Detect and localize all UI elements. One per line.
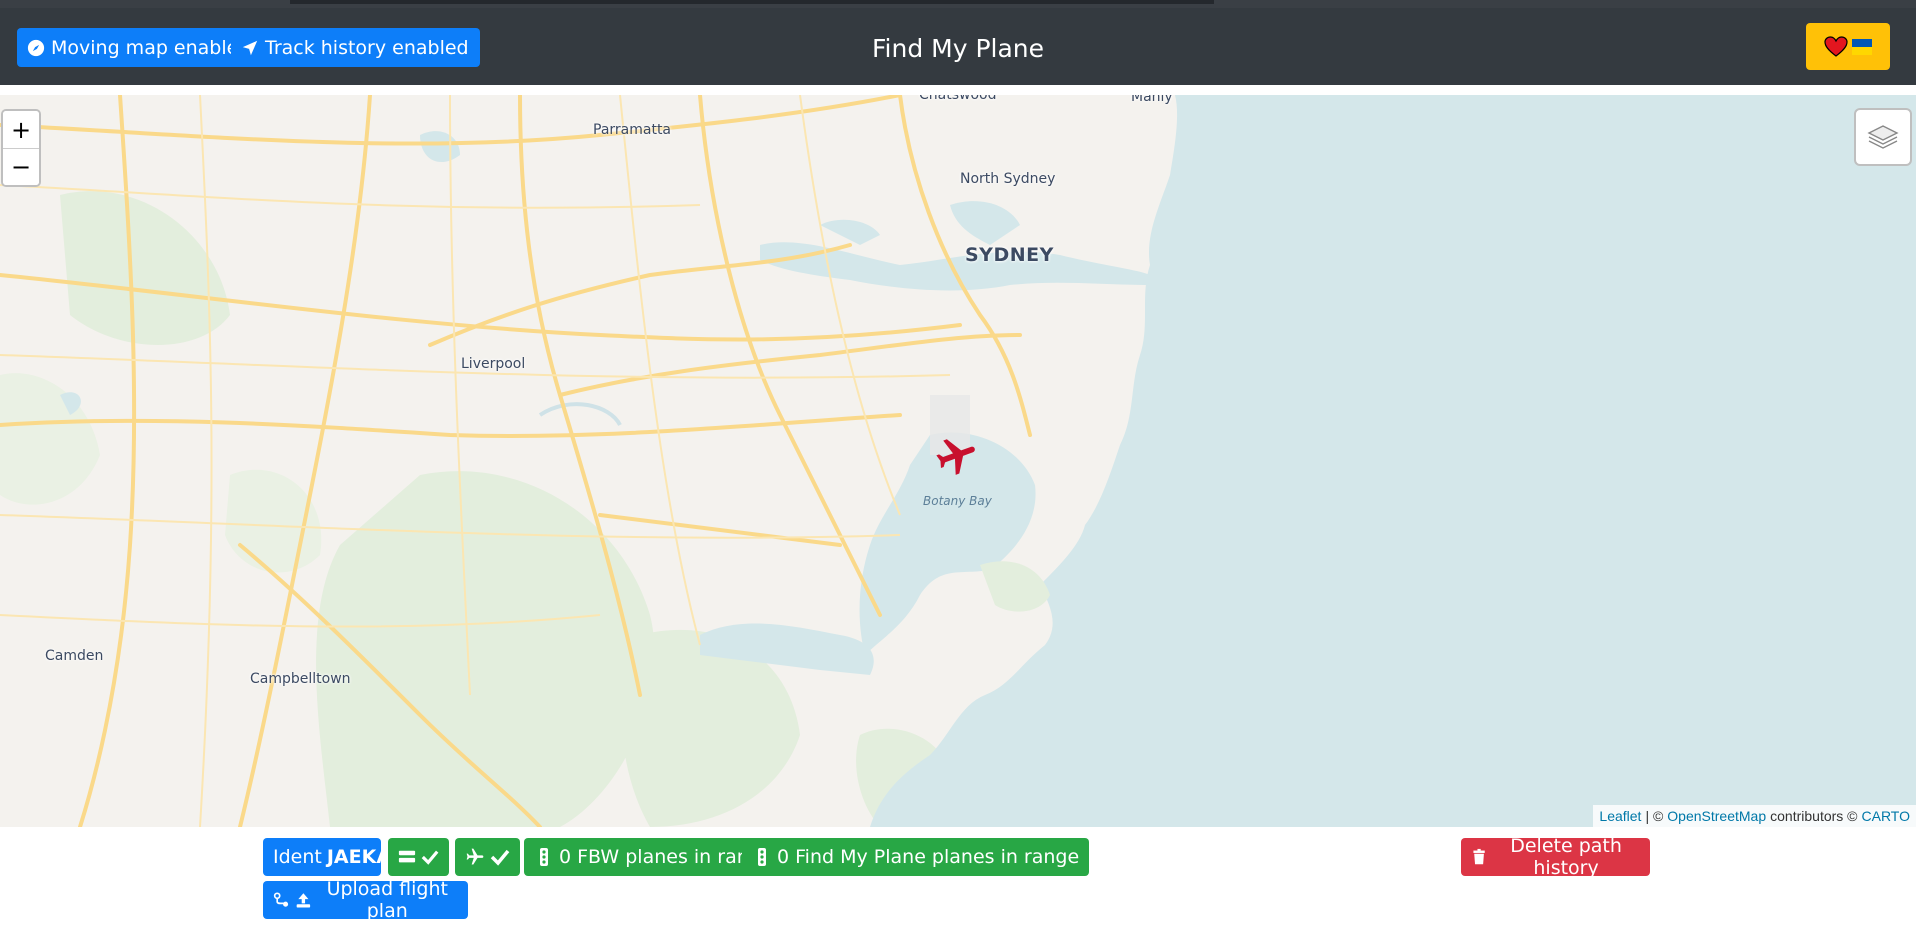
fbw-planes-label: 0 FBW planes in range bbox=[559, 846, 773, 868]
map-label-parramatta: Parramatta bbox=[593, 122, 672, 138]
zoom-out-button[interactable]: − bbox=[3, 148, 39, 185]
map-label-north-sydney: North Sydney bbox=[960, 171, 1056, 187]
leaflet-link[interactable]: Leaflet bbox=[1599, 808, 1641, 824]
check-icon bbox=[490, 849, 510, 866]
track-history-label: Track history enabled bbox=[265, 36, 469, 59]
map-label-liverpool: Liverpool bbox=[461, 356, 526, 372]
ukraine-flag-icon bbox=[1852, 38, 1872, 55]
route-icon bbox=[273, 892, 289, 907]
donate-button[interactable] bbox=[1806, 23, 1890, 70]
map-label-manly: Manly bbox=[1131, 95, 1173, 105]
map-label-botany-bay: Botany Bay bbox=[923, 494, 992, 508]
map-label-camden: Camden bbox=[45, 648, 104, 664]
compass-icon bbox=[27, 39, 45, 56]
moving-map-label: Moving map enabled bbox=[51, 36, 251, 59]
track-history-button[interactable]: Track history enabled bbox=[231, 28, 480, 67]
traffic-light-icon bbox=[758, 848, 766, 866]
browser-top-strip bbox=[0, 0, 1916, 8]
upload-flight-plan-button[interactable]: Upload flight plan bbox=[263, 878, 468, 922]
map-attribution: Leaflet | © OpenStreetMap contributors ©… bbox=[1593, 805, 1916, 827]
fmp-planes-label: 0 Find My Plane planes in range bbox=[777, 846, 1080, 868]
layers-icon bbox=[1867, 125, 1899, 149]
server-icon bbox=[398, 850, 416, 863]
check-icon bbox=[421, 850, 439, 865]
heart-icon bbox=[1824, 35, 1848, 57]
plane-marker-icon[interactable] bbox=[934, 433, 980, 479]
server-status-button[interactable] bbox=[388, 838, 449, 876]
ident-value: JAEKA bbox=[326, 846, 392, 868]
zoom-control: + − bbox=[1, 109, 41, 187]
browser-tab-strip bbox=[290, 0, 1214, 4]
traffic-light-icon bbox=[540, 848, 548, 866]
map-label-chatswood: Chatswood bbox=[919, 95, 997, 103]
map-label-campbelltown: Campbelltown bbox=[250, 671, 351, 687]
navbar: Moving map enabled Track history enabled… bbox=[0, 8, 1916, 85]
attribution-contributors: contributors © bbox=[1770, 808, 1858, 824]
carto-link[interactable]: CARTO bbox=[1862, 808, 1911, 824]
ident-button[interactable]: Ident JAEKA bbox=[263, 838, 391, 876]
plane-icon bbox=[466, 848, 484, 865]
zoom-in-button[interactable]: + bbox=[3, 111, 39, 148]
delete-path-history-label: Delete path history bbox=[1510, 835, 1622, 879]
moving-map-button[interactable]: Moving map enabled bbox=[17, 28, 262, 67]
layers-button[interactable] bbox=[1854, 108, 1912, 166]
delete-path-history-button[interactable]: Delete path history bbox=[1461, 835, 1650, 879]
attribution-separator: | © bbox=[1645, 808, 1664, 824]
upload-flight-plan-label: Upload flight plan bbox=[326, 878, 448, 922]
osm-link[interactable]: OpenStreetMap bbox=[1667, 808, 1766, 824]
trash-icon bbox=[1473, 848, 1485, 865]
location-arrow-icon bbox=[242, 40, 258, 55]
sim-connection-button[interactable] bbox=[455, 838, 520, 876]
map-label-sydney: SYDNEY bbox=[965, 244, 1054, 266]
map[interactable]: Chatswood Manly Parramatta North Sydney … bbox=[0, 95, 1916, 827]
fmp-planes-button[interactable]: 0 Find My Plane planes in range bbox=[742, 838, 1090, 876]
upload-icon bbox=[296, 893, 310, 908]
ident-label: Ident bbox=[273, 846, 322, 868]
